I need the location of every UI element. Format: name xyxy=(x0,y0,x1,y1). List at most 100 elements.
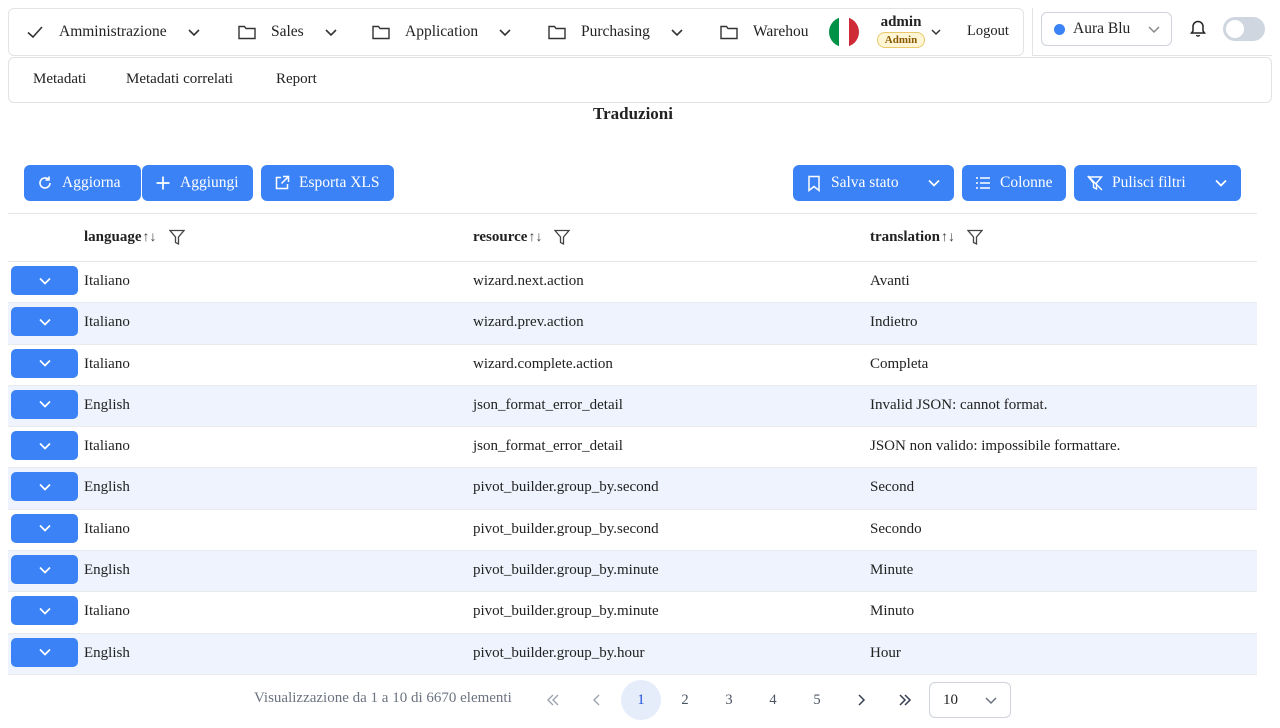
row-expand-button[interactable] xyxy=(11,596,78,626)
chevron-down-icon[interactable] xyxy=(929,25,943,39)
subnav-metadati[interactable]: Metadati xyxy=(33,71,86,88)
cell-resource: wizard.complete.action xyxy=(473,355,613,372)
save-state-dropdown[interactable] xyxy=(914,165,954,201)
cell-translation: Hour xyxy=(870,644,901,661)
page-size-value: 10 xyxy=(943,691,958,708)
bell-icon[interactable] xyxy=(1189,18,1207,38)
nav-item-application[interactable]: Application xyxy=(371,9,512,55)
chevron-down-icon xyxy=(38,401,51,409)
table-row[interactable]: English json_format_error_detail Invalid J… xyxy=(8,385,1257,428)
page-button-5[interactable]: 5 xyxy=(797,680,837,720)
table-row[interactable]: English pivot_builder.group_by.hour Hour xyxy=(8,633,1257,675)
row-expand-button[interactable] xyxy=(11,389,78,419)
nav-item-sales[interactable]: Sales xyxy=(237,9,338,55)
row-expand-button[interactable] xyxy=(11,266,78,295)
table-row[interactable]: Italiano wizard.next.action Avanti xyxy=(8,262,1257,304)
nav-item-label: Purchasing xyxy=(581,23,650,40)
page-button-1[interactable]: 1 xyxy=(621,680,661,720)
table-row[interactable]: Italiano pivot_builder.group_by.minute Min… xyxy=(8,592,1257,634)
cell-translation: Invalid JSON: cannot format. xyxy=(870,396,1048,413)
sort-icon[interactable]: ↑↓ xyxy=(941,230,955,246)
nav-item-warehouse[interactable]: Warehou xyxy=(719,9,809,55)
save-state-button[interactable]: Salva stato xyxy=(793,165,954,201)
clear-filters-button[interactable]: Pulisci filtri xyxy=(1074,165,1241,201)
nav-item-label: Application xyxy=(405,23,479,40)
chevron-down-icon xyxy=(38,277,51,285)
row-expand-button[interactable] xyxy=(11,431,78,461)
cell-translation: JSON non valido: impossibile formattare. xyxy=(870,438,1121,455)
cell-translation: Avanti xyxy=(870,273,910,289)
chevron-down-icon xyxy=(670,25,684,39)
nav-item-amministrazione[interactable]: Amministrazione xyxy=(25,9,201,55)
row-expand-button[interactable] xyxy=(11,555,78,585)
filter-icon[interactable] xyxy=(967,229,984,246)
table-row[interactable]: Italiano pivot_builder.group_by.second Sec… xyxy=(8,510,1257,552)
cell-translation: Completa xyxy=(870,355,929,372)
refresh-label: Aggiorna xyxy=(62,174,121,191)
column-label: language xyxy=(84,229,142,245)
column-header-resource[interactable]: resource ↑↓ xyxy=(473,229,571,246)
page-button-2[interactable]: 2 xyxy=(665,680,705,720)
cell-translation: Minute xyxy=(870,562,914,579)
subnav-report[interactable]: Report xyxy=(276,71,317,88)
refresh-button[interactable]: Aggiorna xyxy=(24,165,141,201)
filter-icon[interactable] xyxy=(554,229,571,246)
columns-button[interactable]: Colonne xyxy=(962,165,1066,201)
cell-language: English xyxy=(84,562,130,579)
italian-flag-icon[interactable] xyxy=(829,17,859,47)
subnav-metadati-correlati[interactable]: Metadati correlati xyxy=(126,71,233,88)
cell-language: Italiano xyxy=(84,520,130,537)
add-button[interactable]: Aggiungi xyxy=(142,165,253,201)
next-page-button[interactable] xyxy=(841,680,881,720)
row-expand-button[interactable] xyxy=(11,307,78,337)
user-menu[interactable]: admin Admin xyxy=(869,13,933,53)
page-button-3[interactable]: 3 xyxy=(709,680,749,720)
theme-select[interactable]: Aura Blu xyxy=(1041,12,1172,46)
filter-slash-icon xyxy=(1086,174,1104,192)
page-size-select[interactable]: 10 xyxy=(929,682,1011,718)
table-row[interactable]: English pivot_builder.group_by.second Seco… xyxy=(8,468,1257,510)
table-row[interactable]: English pivot_builder.group_by.minute Minu… xyxy=(8,551,1257,593)
save-state-label: Salva stato xyxy=(831,174,899,191)
chevron-down-icon xyxy=(984,694,998,713)
nav-item-purchasing[interactable]: Purchasing xyxy=(547,9,684,55)
logout-button[interactable]: Logout xyxy=(967,23,1009,40)
prev-page-button[interactable] xyxy=(577,680,617,720)
row-expand-button[interactable] xyxy=(11,637,78,667)
check-icon xyxy=(25,22,45,42)
cell-language: Italiano xyxy=(84,438,130,455)
cell-resource: json_format_error_detail xyxy=(473,396,623,413)
columns-label: Colonne xyxy=(1000,174,1053,191)
chevron-down-icon xyxy=(324,25,338,39)
table-row[interactable]: Italiano wizard.prev.action Indietro xyxy=(8,303,1257,345)
table-row[interactable]: Italiano json_format_error_detail JSON non… xyxy=(8,427,1257,469)
row-expand-button[interactable] xyxy=(11,348,78,378)
add-label: Aggiungi xyxy=(180,174,239,191)
cell-resource: json_format_error_detail xyxy=(473,438,623,455)
folder-icon xyxy=(371,22,391,42)
row-expand-button[interactable] xyxy=(11,472,78,502)
row-expand-button[interactable] xyxy=(11,513,78,543)
cell-resource: pivot_builder.group_by.hour xyxy=(473,644,645,661)
cell-language: English xyxy=(84,644,130,661)
filter-icon[interactable] xyxy=(168,229,185,246)
folder-icon xyxy=(547,22,567,42)
cell-resource: wizard.prev.action xyxy=(473,314,584,331)
sort-icon[interactable]: ↑↓ xyxy=(528,230,542,246)
export-xls-button[interactable]: Esporta XLS xyxy=(261,165,394,201)
clear-filters-label: Pulisci filtri xyxy=(1112,174,1186,191)
clear-filters-dropdown[interactable] xyxy=(1201,165,1241,201)
chevron-down-icon xyxy=(38,483,51,491)
chevron-down-icon xyxy=(38,525,51,532)
column-header-language[interactable]: language ↑↓ xyxy=(84,229,185,246)
list-icon xyxy=(974,174,992,192)
last-page-button[interactable] xyxy=(885,680,925,720)
page-button-4[interactable]: 4 xyxy=(753,680,793,720)
sort-icon[interactable]: ↑↓ xyxy=(143,230,157,246)
dark-mode-toggle[interactable] xyxy=(1223,17,1265,41)
column-header-translation[interactable]: translation ↑↓ xyxy=(870,229,984,246)
column-label: resource xyxy=(473,229,528,245)
first-page-button[interactable] xyxy=(533,680,573,720)
table-row[interactable]: Italiano wizard.complete.action Completa xyxy=(8,345,1257,386)
chevron-down-icon xyxy=(38,442,51,450)
